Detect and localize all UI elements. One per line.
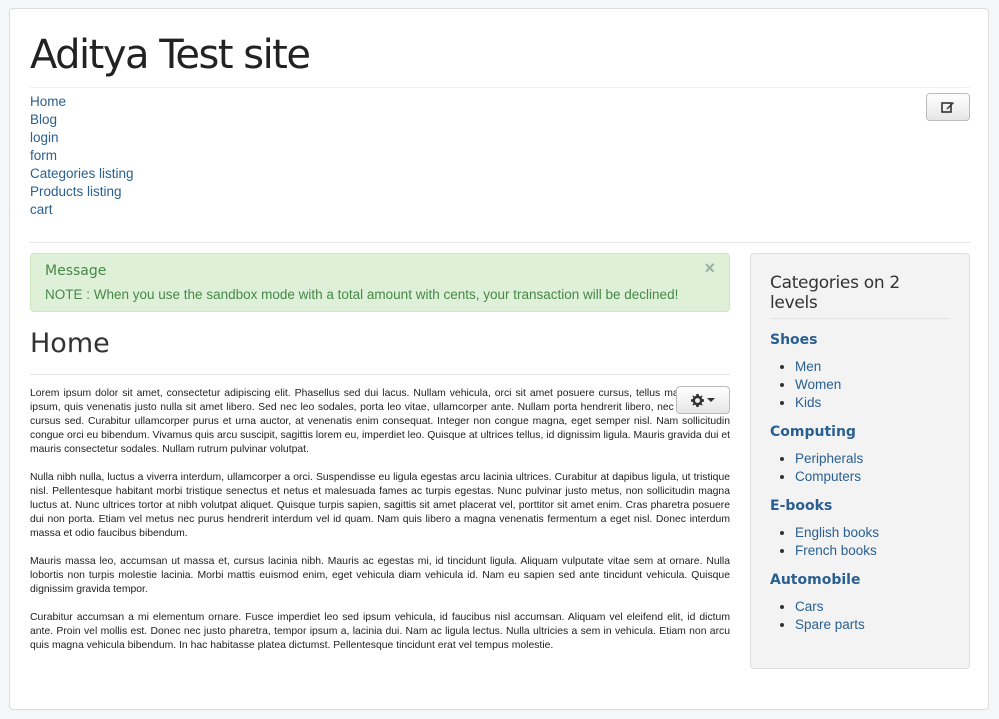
alert-heading: Message — [45, 263, 107, 279]
subcategory-list: Cars Spare parts — [770, 598, 960, 634]
nav-item-home: Home — [30, 93, 134, 111]
subcategory-list: Men Women Kids — [770, 358, 960, 412]
nav-link-login[interactable]: login — [30, 130, 59, 145]
subcategory-link-men[interactable]: Men — [795, 359, 821, 374]
list-item: Men — [795, 358, 960, 376]
category-e-books[interactable]: E-books — [770, 496, 960, 516]
category-automobile[interactable]: Automobile — [770, 570, 960, 590]
subcategory-link-women[interactable]: Women — [795, 377, 841, 392]
sidebar-title: Categories on 2 levels — [770, 273, 900, 313]
subcategory-link-computers[interactable]: Computers — [795, 469, 861, 484]
subcategory-list: English books French books — [770, 524, 960, 560]
site-title: Aditya Test site — [30, 32, 311, 78]
nav-item-blog: Blog — [30, 111, 134, 129]
caret-down-icon — [707, 398, 715, 402]
sidebar-divider — [770, 318, 950, 319]
page-container: Aditya Test site Home Blog login form Ca… — [9, 8, 989, 710]
nav-item-cart: cart — [30, 201, 134, 219]
nav-link-products-listing[interactable]: Products listing — [30, 184, 122, 199]
list-item: English books — [795, 524, 960, 542]
edit-icon — [941, 102, 954, 113]
article-paragraph: Lorem ipsum dolor sit amet, consectetur … — [30, 388, 730, 455]
nav-link-blog[interactable]: Blog — [30, 112, 57, 127]
nav-item-products-listing: Products listing — [30, 183, 134, 201]
gear-icon — [691, 393, 704, 407]
page-heading: Home — [30, 328, 110, 359]
close-icon[interactable]: × — [704, 258, 715, 279]
subcategory-list: Peripherals Computers — [770, 450, 960, 486]
list-item: Computers — [795, 468, 960, 486]
nav-divider — [30, 242, 970, 243]
edit-module-button[interactable] — [926, 93, 970, 121]
article-paragraph: Nulla nibh nulla, luctus a viverra inter… — [30, 472, 730, 539]
category-shoes[interactable]: Shoes — [770, 330, 960, 350]
subcategory-link-kids[interactable]: Kids — [795, 395, 821, 410]
subcategory-link-spare-parts[interactable]: Spare parts — [795, 617, 865, 632]
list-item: Kids — [795, 394, 960, 412]
subcategory-link-cars[interactable]: Cars — [795, 599, 824, 614]
category-tree: Shoes Men Women Kids Computing Periphera… — [770, 330, 960, 644]
subcategory-link-english-books[interactable]: English books — [795, 525, 879, 540]
category-computing[interactable]: Computing — [770, 422, 960, 442]
nav-link-home[interactable]: Home — [30, 94, 66, 109]
nav-item-login: login — [30, 129, 134, 147]
heading-divider — [30, 374, 730, 375]
article-body: Lorem ipsum dolor sit amet, consectetur … — [30, 387, 730, 667]
categories-sidebar: Categories on 2 levels Shoes Men Women K… — [750, 253, 970, 669]
nav-link-form[interactable]: form — [30, 148, 57, 163]
subcategory-link-peripherals[interactable]: Peripherals — [795, 451, 863, 466]
message-alert: Message NOTE : When you use the sandbox … — [30, 253, 730, 312]
nav-item-form: form — [30, 147, 134, 165]
list-item: Peripherals — [795, 450, 960, 468]
subcategory-link-french-books[interactable]: French books — [795, 543, 877, 558]
article-paragraph: Mauris massa leo, accumsan ut massa et, … — [30, 556, 730, 595]
alert-text: NOTE : When you use the sandbox mode wit… — [45, 287, 679, 302]
article-options-button[interactable] — [676, 386, 730, 414]
list-item: French books — [795, 542, 960, 560]
list-item: Cars — [795, 598, 960, 616]
list-item: Women — [795, 376, 960, 394]
article-paragraph: Curabitur accumsan a mi elementum ornare… — [30, 612, 730, 651]
nav-link-cart[interactable]: cart — [30, 202, 53, 217]
main-nav: Home Blog login form Categories listing … — [30, 93, 134, 219]
list-item: Spare parts — [795, 616, 960, 634]
header-divider — [30, 87, 970, 88]
nav-link-categories-listing[interactable]: Categories listing — [30, 166, 134, 181]
nav-item-categories-listing: Categories listing — [30, 165, 134, 183]
